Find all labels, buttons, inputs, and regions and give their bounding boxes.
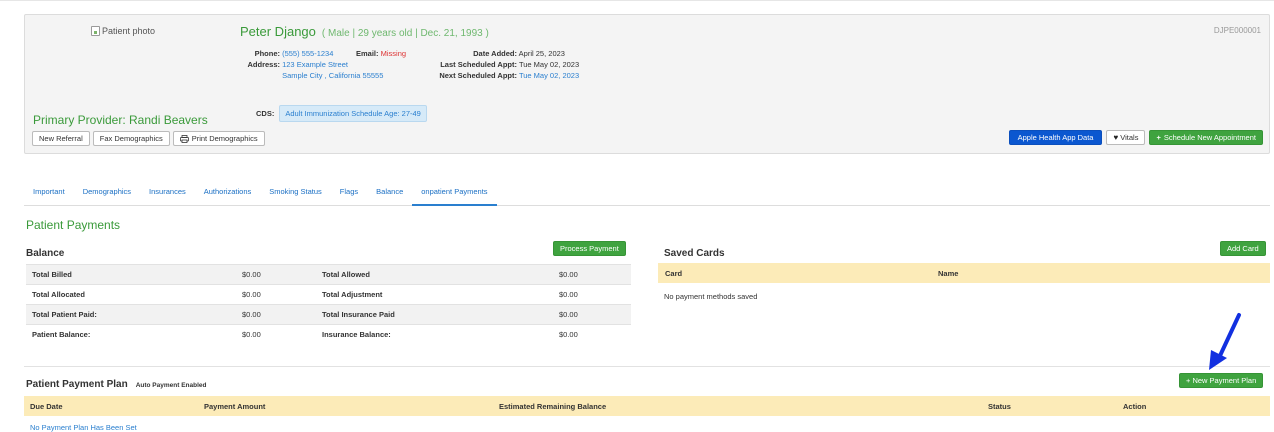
action-column-header: Action (1123, 402, 1147, 411)
last-appt-label: Last Scheduled Appt: (440, 60, 517, 69)
no-payment-methods: No payment methods saved (664, 292, 758, 301)
tab-smoking-status[interactable]: Smoking Status (260, 182, 331, 206)
print-demographics-button[interactable]: Print Demographics (172, 131, 265, 146)
card-column-header: Card (665, 268, 683, 278)
add-card-button[interactable]: Add Card (1220, 241, 1266, 256)
table-row: Patient Balance: $0.00 Insurance Balance… (26, 324, 631, 345)
cds-label: CDS: (256, 109, 275, 118)
balance-table: Total Billed $0.00 Total Allowed $0.00 T… (26, 264, 631, 345)
tab-insurances[interactable]: Insurances (140, 182, 195, 206)
tab-balance[interactable]: Balance (367, 182, 412, 206)
next-appt-value[interactable]: Tue May 02, 2023 (519, 71, 579, 80)
demographics-actions: New Referral Fax Demographics Print Demo… (32, 131, 265, 146)
balance-value: $0.00 (236, 324, 316, 345)
cds-row: CDS: Adult Immunization Schedule Age: 27… (256, 105, 427, 122)
annotation-arrow-icon (1209, 313, 1241, 370)
tab-onpatient-payments[interactable]: onpatient Payments (412, 182, 497, 206)
apple-health-button[interactable]: Apple Health App Data (1008, 130, 1103, 145)
saved-cards-header: Card Name (658, 263, 1270, 283)
balance-label: Total Adjustment (316, 284, 553, 305)
table-row: Total Billed $0.00 Total Allowed $0.00 (26, 264, 631, 285)
section-title: Patient Payments (26, 218, 121, 232)
new-payment-plan-button[interactable]: + New Payment Plan (1179, 373, 1264, 388)
vitals-label: Vitals (1120, 133, 1139, 142)
appointment-info: Date Added: April 25, 2023 Last Schedule… (425, 48, 579, 81)
balance-value: $0.00 (236, 284, 316, 305)
heart-icon: ♥ (1113, 133, 1119, 142)
address-line2[interactable]: Sample City , California 55555 (282, 71, 383, 80)
balance-label: Insurance Balance: (316, 324, 553, 345)
phone-label: Phone: (254, 49, 280, 58)
date-added-value: April 25, 2023 (518, 49, 565, 58)
balance-value: $0.00 (553, 324, 631, 345)
balance-label: Total Billed (26, 264, 236, 285)
schedule-appointment-button[interactable]: + Schedule New Appointment (1149, 130, 1263, 145)
patient-photo-alt: Patient photo (102, 26, 156, 36)
balance-value: $0.00 (236, 304, 316, 325)
balance-value: $0.00 (236, 264, 316, 285)
due-date-column-header: Due Date (30, 402, 63, 411)
balance-value: $0.00 (553, 304, 631, 325)
tab-flags[interactable]: Flags (331, 182, 367, 206)
no-payment-plan: No Payment Plan Has Been Set (30, 423, 137, 432)
payment-amount-column-header: Payment Amount (204, 402, 266, 411)
new-referral-button[interactable]: New Referral (32, 131, 90, 146)
balance-label: Total Patient Paid: (26, 304, 236, 325)
email-info: Email: Missing (356, 48, 406, 59)
tab-demographics[interactable]: Demographics (74, 182, 140, 206)
patient-tabs: Important Demographics Insurances Author… (24, 182, 1270, 206)
cds-badge[interactable]: Adult Immunization Schedule Age: 27-49 (279, 105, 427, 122)
table-row: Total Patient Paid: $0.00 Total Insuranc… (26, 304, 631, 325)
schedule-appointment-label: Schedule New Appointment (1163, 133, 1256, 142)
primary-provider: Primary Provider: Randi Beavers (33, 113, 208, 127)
patient-name-line: Peter Django ( Male | 29 years old | Dec.… (240, 24, 489, 39)
date-added-label: Date Added: (473, 49, 517, 58)
broken-image-icon (91, 26, 100, 36)
balance-label: Total Insurance Paid (316, 304, 553, 325)
balance-value: $0.00 (553, 264, 631, 285)
name-column-header: Name (938, 268, 959, 278)
email-label: Email: (356, 49, 379, 58)
patient-id: DJPE000001 (1213, 26, 1261, 35)
address-line1[interactable]: 123 Example Street (282, 60, 348, 69)
address-label: Address: (247, 60, 280, 69)
auto-payment-status: Auto Payment Enabled (135, 382, 207, 389)
last-appt-value: Tue May 02, 2023 (518, 60, 580, 69)
payment-plan-title: Patient Payment Plan (26, 379, 128, 390)
tab-important[interactable]: Important (24, 182, 74, 206)
table-row: Total Allocated $0.00 Total Adjustment $… (26, 284, 631, 305)
saved-cards-title: Saved Cards (664, 248, 725, 259)
email-value[interactable]: Missing (381, 49, 406, 58)
payment-plan-table-header: Due Date Payment Amount Estimated Remain… (24, 396, 1270, 416)
status-column-header: Status (988, 402, 1011, 411)
tab-authorizations[interactable]: Authorizations (195, 182, 261, 206)
phone-value[interactable]: (555) 555-1234 (282, 49, 333, 58)
patient-photo: Patient photo (91, 26, 155, 36)
next-appt-label: Next Scheduled Appt: (439, 71, 517, 80)
section-divider (24, 366, 1270, 367)
remaining-balance-column-header: Estimated Remaining Balance (499, 402, 607, 411)
top-divider (0, 0, 1274, 1)
plus-icon: + (1156, 133, 1161, 142)
balance-title: Balance (26, 248, 65, 259)
print-demographics-label: Print Demographics (191, 134, 258, 143)
patient-demographics: ( Male | 29 years old | Dec. 21, 1993 ) (321, 28, 489, 39)
patient-actions-right: Apple Health App Data ♥ Vitals + Schedul… (1008, 130, 1263, 145)
vitals-button[interactable]: ♥ Vitals (1106, 130, 1146, 145)
balance-label: Total Allocated (26, 284, 236, 305)
payment-plan-heading: Patient Payment Plan Auto Payment Enable… (26, 379, 207, 390)
fax-demographics-button[interactable]: Fax Demographics (92, 131, 170, 146)
patient-name: Peter Django (240, 24, 316, 39)
process-payment-button[interactable]: Process Payment (553, 241, 626, 256)
balance-label: Patient Balance: (26, 324, 236, 345)
balance-value: $0.00 (553, 284, 631, 305)
balance-label: Total Allowed (316, 264, 553, 285)
patient-header-panel: Patient photo Peter Django ( Male | 29 ye… (24, 14, 1270, 154)
printer-icon (179, 134, 189, 143)
